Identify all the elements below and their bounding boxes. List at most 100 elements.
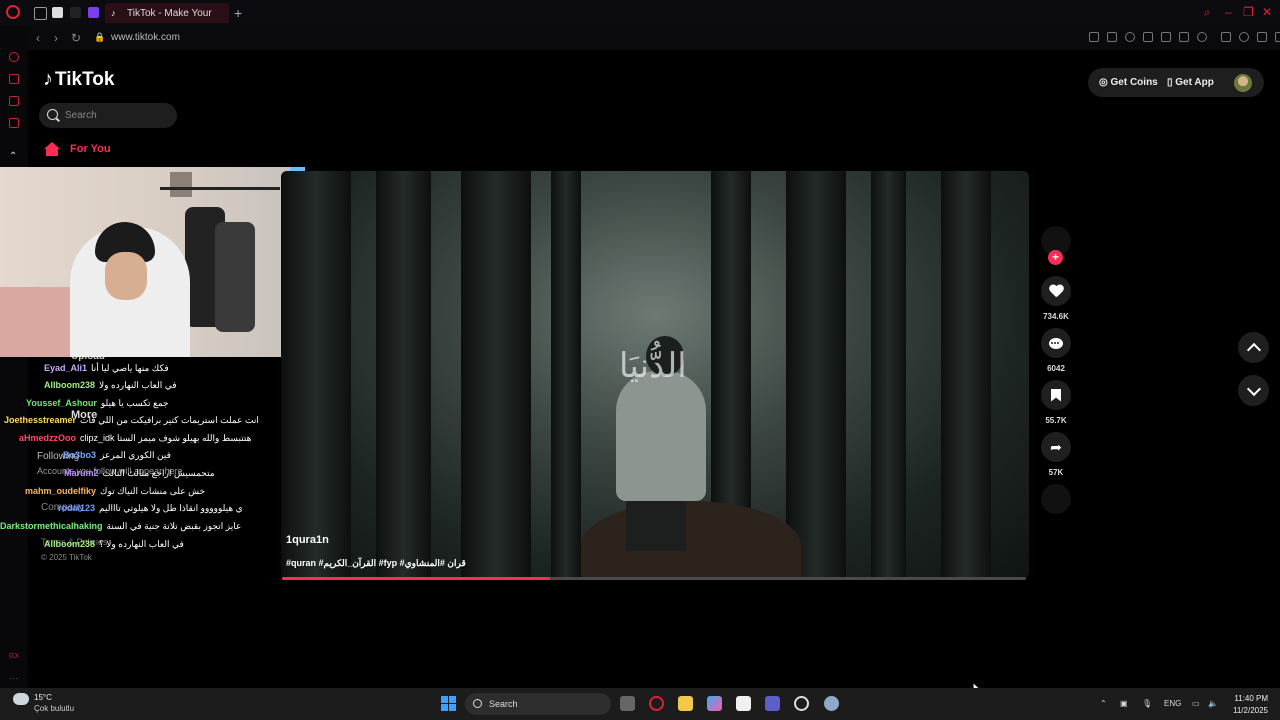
app-icon[interactable]: [794, 696, 809, 711]
video-progress-bar[interactable]: [282, 577, 1026, 580]
tab-icon-1[interactable]: [34, 7, 47, 20]
weather-icon[interactable]: [13, 693, 29, 705]
tab-icon-2[interactable]: [52, 7, 63, 18]
sidebar-more-icon[interactable]: …: [9, 672, 19, 682]
reload-icon[interactable]: ↻: [71, 31, 81, 45]
sidebar-history-icon[interactable]: [9, 52, 19, 62]
sidebar-bag-icon[interactable]: [9, 74, 19, 84]
settings-gear-icon[interactable]: [824, 696, 839, 711]
sidebar-arrow-icon[interactable]: ⌃: [9, 152, 19, 162]
chat-message: Eyad_Ali1 فكك منها ياصي ليا أنا: [44, 363, 169, 374]
next-video-button[interactable]: [1238, 375, 1269, 406]
video-player[interactable]: الدُّنيَا: [281, 171, 1029, 579]
mic-icon[interactable]: 🎙: [1142, 699, 1152, 708]
chat-text: خش على منشات النياك توك: [100, 486, 206, 496]
bookmark-icon: [1051, 388, 1061, 402]
webcam-coat-2: [215, 222, 255, 332]
nav-for-you[interactable]: For You: [44, 142, 111, 156]
opera-logo-icon[interactable]: [6, 5, 20, 19]
tree-trunk: [941, 171, 991, 579]
task-view-icon[interactable]: [620, 696, 635, 711]
chat-text: ي هيلووووو انقاذا طل ولا هيلوتي تاااليم: [99, 503, 243, 513]
wallet-icon[interactable]: [1143, 32, 1153, 42]
sidebar-gx-logo-icon[interactable]: GX: [9, 652, 19, 662]
search-tabs-icon[interactable]: ⌕: [1204, 5, 1211, 20]
video-author[interactable]: 1qura1n: [286, 534, 329, 546]
chat-username: Joethesstreamer: [4, 415, 77, 425]
chat-text: clipz_idk هتتبسط والله بهيلو شوف ميمز ال…: [80, 433, 252, 443]
chat-username: Bo3bo3: [63, 450, 97, 460]
teams-icon[interactable]: [765, 696, 780, 711]
volume-icon[interactable]: 🔈: [1208, 699, 1218, 708]
video-calligraphy: الدُّنيَا: [619, 346, 687, 386]
video-progress-fill: [282, 577, 550, 580]
tiktok-tab-icon[interactable]: [70, 7, 81, 18]
chat-text: فكك منها ياصي ليا أنا: [91, 363, 169, 373]
heart-icon[interactable]: [1197, 32, 1207, 42]
save-button[interactable]: [1041, 380, 1071, 410]
chat-username: Allboom238: [44, 380, 96, 390]
taskbar-search-label: Search: [489, 699, 518, 709]
snapshot-icon[interactable]: [1107, 32, 1117, 42]
get-coins-button[interactable]: ◎ Get Coins: [1099, 77, 1158, 88]
file-explorer-icon[interactable]: [678, 696, 693, 711]
like-button[interactable]: [1041, 276, 1071, 306]
tray-chevron-icon[interactable]: ⌃: [1100, 699, 1107, 708]
store-icon[interactable]: [736, 696, 751, 711]
sidebar-gx-icon[interactable]: [9, 118, 19, 128]
weather-temp[interactable]: 15°C: [34, 693, 52, 702]
language-indicator[interactable]: ENG: [1164, 699, 1181, 708]
play-icon[interactable]: [1179, 32, 1189, 42]
close-button[interactable]: ✕: [1262, 5, 1272, 19]
tray-app-icon[interactable]: ▣: [1120, 699, 1128, 708]
clock-date: 11/2/2025: [1233, 706, 1268, 715]
back-icon[interactable]: ‹: [36, 31, 40, 45]
clock[interactable]: 11:40 PM 11/2/2025: [1224, 694, 1268, 715]
adblock-icon[interactable]: [1125, 32, 1135, 42]
tab-tiktok[interactable]: ♪ TikTok - Make Your Day: [105, 3, 229, 23]
copyright: © 2025 TikTok: [41, 553, 92, 562]
bookmark-page-icon[interactable]: [1089, 32, 1099, 42]
extensions-icon[interactable]: [1221, 32, 1231, 42]
video-tags[interactable]: #quran #القرآن_الكريم #fyp #قران #المنشا…: [286, 558, 466, 569]
minimize-button[interactable]: –: [1225, 5, 1232, 19]
search-input[interactable]: Search: [39, 103, 177, 128]
forward-icon[interactable]: ›: [54, 31, 58, 45]
opera-gx-taskbar-icon[interactable]: [649, 696, 664, 711]
webcam-overlay: [0, 167, 305, 357]
translate-icon[interactable]: [1161, 32, 1171, 42]
tiktok-logo[interactable]: ♪ TikTok: [43, 68, 114, 91]
download-icon[interactable]: [1257, 32, 1267, 42]
new-tab-button[interactable]: +: [234, 5, 242, 21]
url-field[interactable]: www.tiktok.com: [111, 32, 180, 43]
browser-tab-bar: ♪ TikTok - Make Your Day + ⌕ – ❐ ✕: [0, 0, 1280, 26]
weather-desc[interactable]: Çok bulutlu: [34, 704, 74, 713]
tab-title: TikTok - Make Your Day: [127, 7, 215, 19]
chat-text: فين الكوري المرعز: [100, 450, 171, 460]
previous-video-button[interactable]: [1238, 332, 1269, 363]
get-app-label: Get App: [1175, 77, 1214, 88]
tiktok-note-icon: ♪: [43, 68, 53, 90]
chat-text: متحمسيش اراجع مثالث الثالث: [102, 468, 215, 478]
avatar[interactable]: [1234, 74, 1252, 92]
display-icon[interactable]: ▭: [1192, 699, 1200, 708]
tab-icon-4[interactable]: [88, 7, 99, 18]
chat-username: Marum2: [64, 468, 99, 478]
sidebar-twitch-icon[interactable]: [9, 96, 19, 106]
comment-button[interactable]: [1041, 328, 1071, 358]
share-button[interactable]: ➦: [1041, 432, 1071, 462]
chevron-down-icon: [1246, 381, 1261, 396]
copilot-icon[interactable]: [707, 696, 722, 711]
chat-text: في العاب النهارده ولا: [99, 380, 177, 390]
comment-count: 6042: [1047, 364, 1065, 373]
maximize-button[interactable]: ❐: [1243, 5, 1254, 19]
follow-plus-icon[interactable]: +: [1048, 250, 1063, 265]
get-app-button[interactable]: ▯ Get App: [1167, 77, 1214, 88]
profile-icon[interactable]: [1239, 32, 1249, 42]
taskbar-search[interactable]: Search: [465, 693, 611, 715]
get-coins-label: Get Coins: [1110, 77, 1158, 88]
start-button[interactable]: [441, 696, 456, 711]
search-icon: [47, 109, 58, 120]
menu-icon[interactable]: [1275, 32, 1280, 42]
music-disc[interactable]: [1041, 484, 1071, 514]
